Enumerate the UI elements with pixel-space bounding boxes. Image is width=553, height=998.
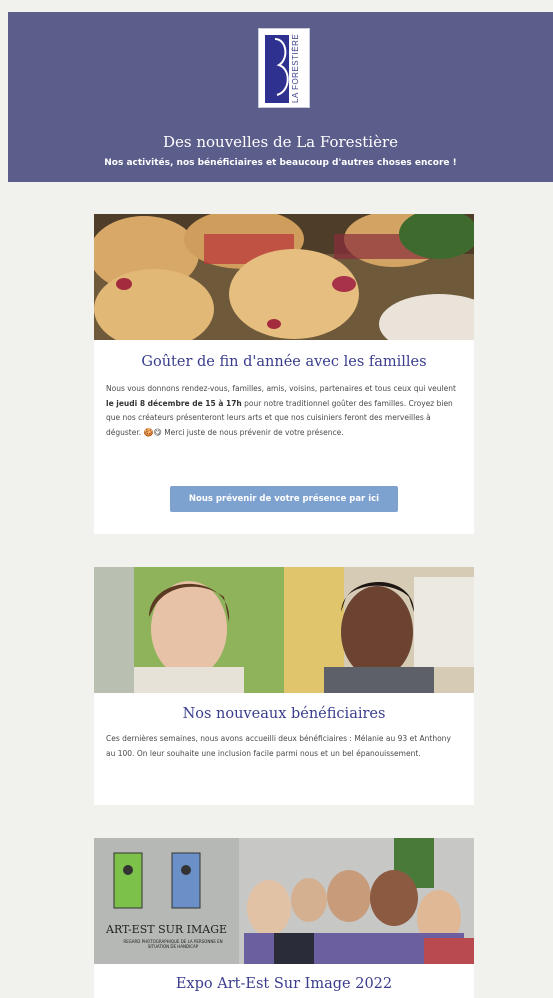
newsletter-page: LA FORESTIÈRE Des nouvelles de La Forest…	[0, 0, 553, 998]
newsletter-header: LA FORESTIÈRE Des nouvelles de La Forest…	[8, 12, 553, 182]
article-card-expo: ART-EST SUR IMAGE REGARD PHOTOGRAPHIQUE …	[94, 838, 474, 998]
poster-title: ART-EST SUR IMAGE	[106, 923, 228, 936]
newsletter-subtitle: Nos activités, nos bénéficiaires et beau…	[104, 158, 457, 168]
article-title: Expo Art-Est Sur Image 2022	[175, 976, 393, 992]
article-text: Ces dernières semaines, nous avons accue…	[106, 734, 451, 758]
forestiere-logo: LA FORESTIÈRE	[258, 28, 310, 108]
portraits-photo	[94, 567, 474, 693]
newsletter-title: Des nouvelles de La Forestière	[162, 133, 399, 151]
rsvp-button[interactable]: Nous prévenir de votre présence par ici	[170, 486, 398, 512]
article-text: Nous vous donnons rendez-vous, familles,…	[106, 384, 456, 437]
cookie-emoji-icon: 🍪😋	[143, 427, 162, 437]
muffins-photo	[94, 214, 474, 340]
article-card-gouter: Goûter de fin d'année avec les familles …	[94, 214, 474, 534]
poster-subtitle: REGARD PHOTOGRAPHIQUE DE LA PERSONNE EN …	[123, 939, 223, 949]
exhibition-group-photo: ART-EST SUR IMAGE REGARD PHOTOGRAPHIQUE …	[94, 838, 474, 964]
logo-text: LA FORESTIÈRE	[291, 33, 300, 103]
event-date: le jeudi 8 décembre de 15 à 17h	[106, 398, 242, 408]
article-title: Goûter de fin d'année avec les familles	[141, 354, 427, 370]
article-card-beneficiaires: Nos nouveaux bénéficiaires Ces dernières…	[94, 567, 474, 805]
article-title: Nos nouveaux bénéficiaires	[182, 706, 386, 722]
